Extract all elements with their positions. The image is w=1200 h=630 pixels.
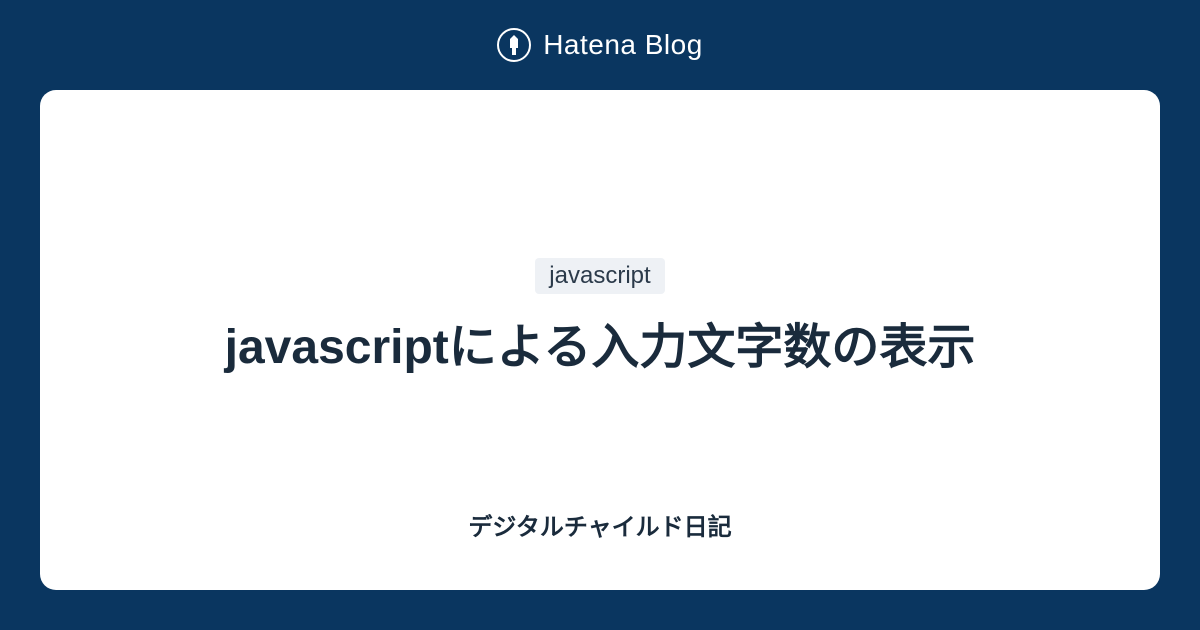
article-card: javascript javascriptによる入力文字数の表示 デジタルチャイ… (40, 90, 1160, 590)
hatena-logo-icon (497, 28, 531, 62)
blog-name: デジタルチャイルド日記 (468, 507, 731, 542)
category-tag: javascript (535, 258, 664, 294)
header: Hatena Blog (497, 0, 703, 90)
card-content: javascript javascriptによる入力文字数の表示 (225, 258, 976, 381)
brand-name: Hatena Blog (543, 29, 703, 61)
article-title: javascriptによる入力文字数の表示 (225, 314, 976, 381)
